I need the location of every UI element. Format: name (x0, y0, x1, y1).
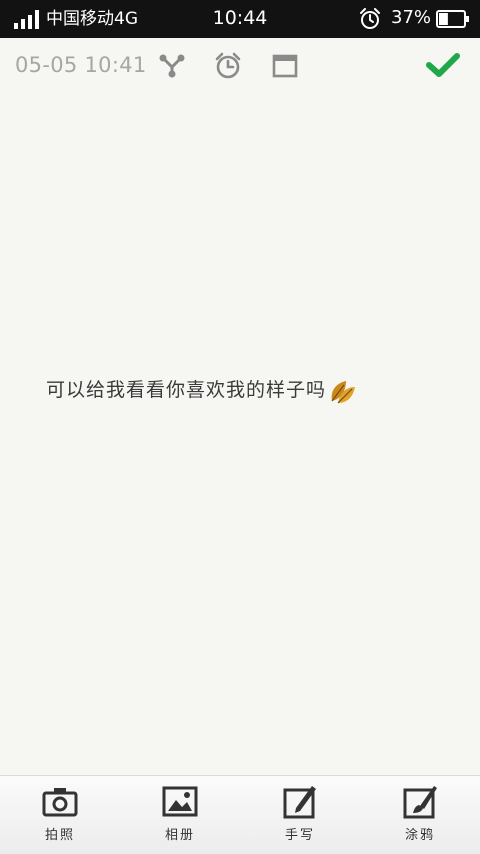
alarm-status-icon (360, 8, 380, 29)
window-icon[interactable] (271, 52, 299, 80)
bottom-action-bar: 拍照 相册 手写 涂鸦 (0, 775, 480, 854)
note-date: 05-05 10:41 (15, 53, 147, 77)
photo-album-icon (162, 786, 198, 817)
camera-icon (42, 788, 78, 817)
doodle-button[interactable]: 涂鸦 (360, 776, 480, 854)
camera-button[interactable]: 拍照 (0, 776, 120, 854)
handwriting-button[interactable]: 手写 (240, 776, 360, 854)
album-button[interactable]: 相册 (120, 776, 240, 854)
paintbrush-icon (403, 786, 437, 819)
note-text: 可以给我看看你喜欢我的样子吗 (46, 379, 327, 401)
battery-icon (436, 10, 469, 28)
doodle-label: 涂鸦 (404, 828, 435, 843)
leaf-icon (331, 381, 356, 404)
camera-label: 拍照 (44, 828, 75, 843)
battery-percent: 37% (391, 7, 432, 28)
alarm-clock-icon[interactable] (214, 52, 242, 80)
checkmark-icon[interactable] (426, 51, 460, 79)
note-toolbar: 05-05 10:41 (0, 38, 480, 94)
share-icon[interactable] (158, 52, 186, 80)
status-bar: 中国移动4G 10:44 37% (0, 0, 480, 38)
handwriting-label: 手写 (284, 828, 315, 843)
handwriting-pen-icon (283, 786, 316, 819)
album-label: 相册 (164, 828, 195, 843)
note-body[interactable]: 可以给我看看你喜欢我的样子吗 (46, 376, 356, 405)
